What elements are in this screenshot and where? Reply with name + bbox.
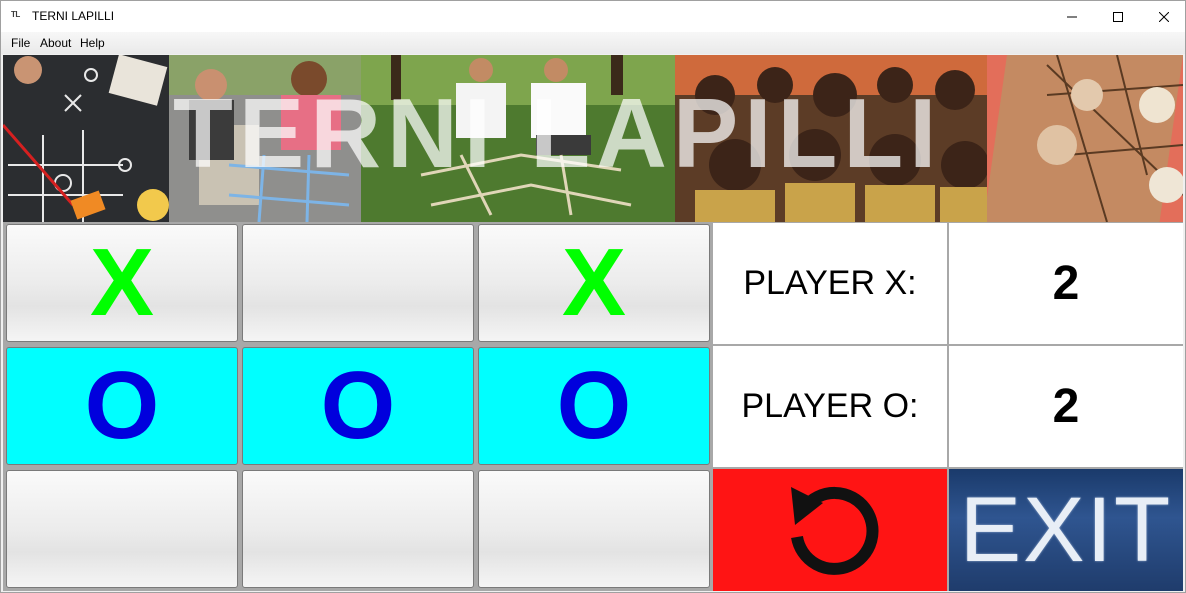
player-x-score: 2 bbox=[949, 223, 1183, 344]
exit-label: EXIT bbox=[959, 478, 1173, 581]
menu-file[interactable]: File bbox=[11, 36, 30, 50]
board-cell-0-2[interactable]: X bbox=[478, 224, 710, 342]
minimize-button[interactable] bbox=[1049, 1, 1095, 32]
board-cell-1-2[interactable]: O bbox=[478, 347, 710, 465]
reset-button[interactable] bbox=[713, 469, 947, 591]
app-logo-icon: TL bbox=[11, 10, 20, 19]
close-icon bbox=[1159, 11, 1169, 22]
maximize-icon bbox=[1113, 11, 1123, 22]
board-cell-1-0[interactable]: O bbox=[6, 347, 238, 465]
app-window: TL TERNI LAPILLI File About Help TERNI L… bbox=[0, 0, 1186, 593]
menu-about[interactable]: About bbox=[40, 36, 71, 50]
window-title: TERNI LAPILLI bbox=[32, 9, 115, 23]
title-bar[interactable]: TL TERNI LAPILLI bbox=[1, 1, 1185, 32]
board-cell-2-0[interactable] bbox=[6, 470, 238, 588]
game-area: X X O O O PLAYER X: 2 PLAYER O: 2 EXIT bbox=[3, 222, 1183, 591]
board-cell-0-0[interactable]: X bbox=[6, 224, 238, 342]
stones-board-photo bbox=[987, 55, 1183, 222]
board-cell-1-1[interactable]: O bbox=[242, 347, 474, 465]
cell-mark: O bbox=[84, 352, 160, 459]
exit-button[interactable]: EXIT bbox=[949, 469, 1183, 591]
chalkboard-photo bbox=[3, 55, 169, 222]
cell-mark: X bbox=[89, 229, 155, 336]
board-cell-2-1[interactable] bbox=[242, 470, 474, 588]
cell-mark: X bbox=[561, 229, 627, 336]
player-o-score: 2 bbox=[949, 346, 1183, 467]
reset-icon bbox=[791, 486, 879, 575]
maximize-button[interactable] bbox=[1095, 1, 1141, 32]
player-o-label: PLAYER O: bbox=[713, 346, 947, 467]
board-cell-2-2[interactable] bbox=[478, 470, 710, 588]
minimize-icon bbox=[1067, 16, 1077, 17]
banner-image: TERNI LAPILLI bbox=[3, 55, 1183, 222]
player-x-label: PLAYER X: bbox=[713, 223, 947, 344]
close-button[interactable] bbox=[1141, 1, 1186, 32]
cell-mark: O bbox=[556, 352, 632, 459]
menu-help[interactable]: Help bbox=[80, 36, 105, 50]
cell-mark: O bbox=[320, 352, 396, 459]
menu-bar: File About Help bbox=[1, 32, 1185, 54]
banner-title: TERNI LAPILLI bbox=[173, 78, 943, 188]
board-cell-0-1[interactable] bbox=[242, 224, 474, 342]
